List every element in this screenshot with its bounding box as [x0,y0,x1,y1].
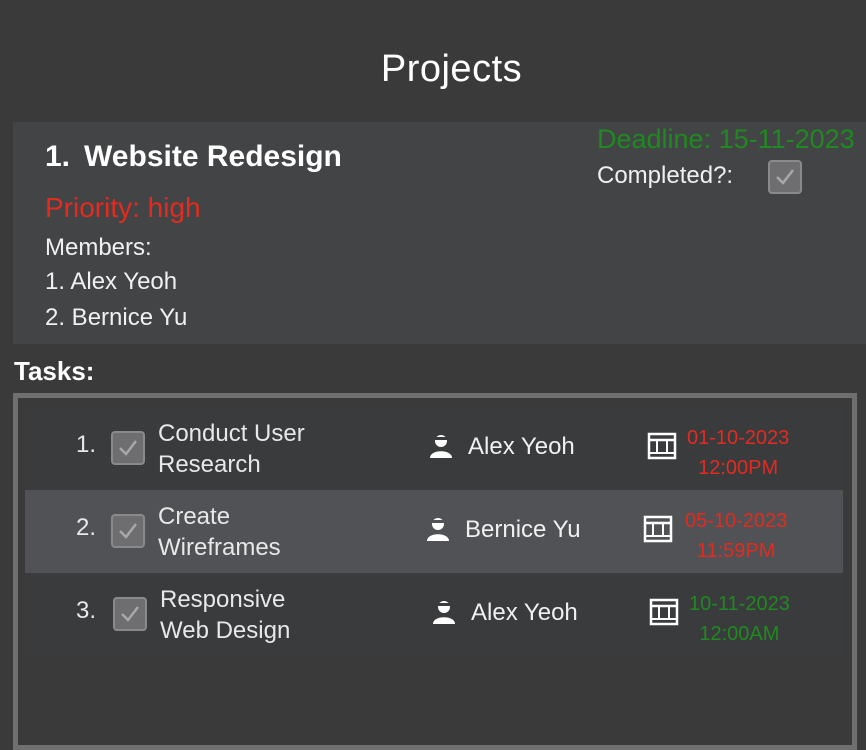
checkmark-icon [121,606,139,622]
task-row[interactable]: 2. Create Wireframes Bernice Yu 05-10-20… [25,490,843,573]
project-card[interactable]: 1. Website Redesign Priority: high Member… [13,122,866,344]
task-done-checkbox[interactable] [111,431,145,465]
checkmark-icon [119,523,137,539]
task-name: Responsive Web Design [160,584,290,646]
task-done-checkbox[interactable] [111,514,145,548]
members-label: Members: [45,234,152,261]
task-number: 2. [76,514,97,541]
page-title: Projects [380,48,523,90]
project-deadline: Deadline: 15-11-2023 [597,124,855,154]
tasks-label: Tasks: [14,356,95,386]
task-assignee: Bernice Yu [465,516,581,543]
calendar-icon [649,598,679,626]
checkmark-icon [119,440,137,456]
task-due: 01-10-2023 12:00PM [687,423,789,483]
task-name-line: Conduct User [158,420,305,447]
task-assignee: Alex Yeoh [471,599,578,626]
task-done-checkbox[interactable] [113,597,147,631]
project-title: Website Redesign [84,140,342,173]
member-item: 2. Bernice Yu [45,304,188,331]
task-name-line: Web Design [160,617,291,644]
task-due-time: 12:00AM [699,623,780,645]
task-due: 10-11-2023 12:00AM [689,589,790,649]
task-name: Conduct User Research [158,418,305,480]
task-number: 3. [76,597,97,624]
task-list[interactable]: 1. Conduct User Research Alex Yeoh 01-10… [13,393,857,750]
person-icon [433,601,455,624]
task-due-date: 01-10-2023 [687,427,790,449]
task-name-line: Responsive [160,586,286,613]
calendar-icon [643,515,673,543]
member-item: 1. Alex Yeoh [45,268,178,295]
task-due-time: 12:00PM [698,457,779,479]
checkmark-icon [776,169,794,185]
task-row[interactable]: 1. Conduct User Research Alex Yeoh 01-10… [25,407,843,490]
task-due-date: 10-11-2023 [689,593,790,615]
task-assignee: Alex Yeoh [468,433,575,460]
task-number: 1. [76,431,97,458]
task-row[interactable]: 3. Responsive Web Design Alex Yeoh 10-11… [25,573,843,656]
project-number: 1. [45,140,71,173]
task-due: 05-10-2023 11:59PM [685,506,787,566]
completed-label: Completed?: [597,162,734,189]
task-name-line: Research [158,451,261,478]
calendar-icon [647,432,677,460]
task-due-date: 05-10-2023 [685,510,788,532]
task-name-line: Wireframes [158,534,281,561]
person-icon [427,518,449,541]
project-priority: Priority: high [45,192,201,223]
completed-checkbox[interactable] [768,160,802,194]
project-name: 1. Website Redesign [45,140,342,174]
person-icon [430,435,452,458]
task-due-time: 11:59PM [696,540,776,562]
task-name: Create Wireframes [158,501,281,563]
task-name-line: Create [158,503,231,530]
